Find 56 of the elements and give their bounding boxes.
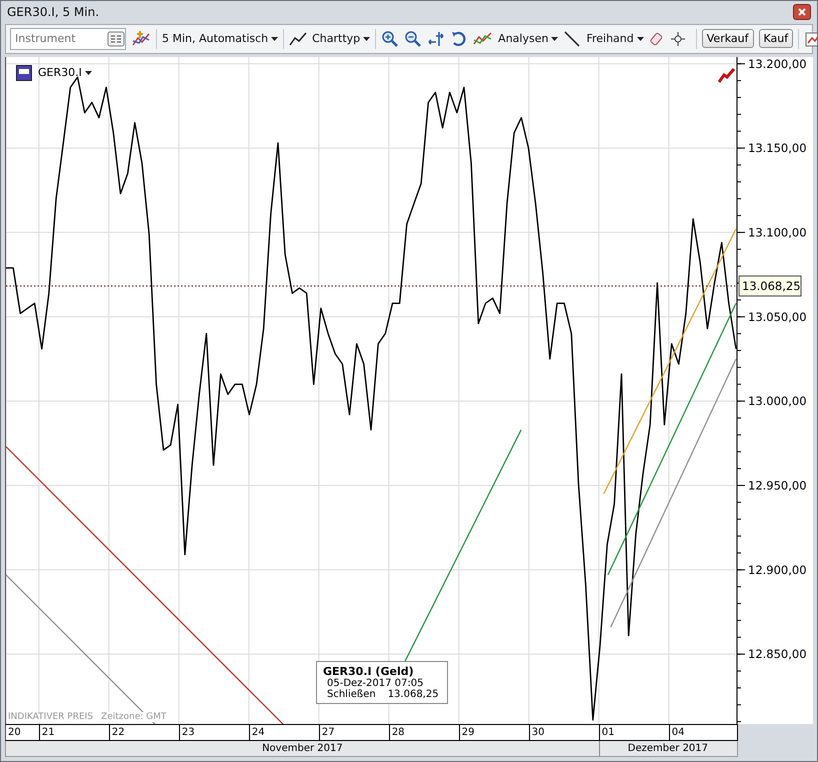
trend-line[interactable] [603,228,737,494]
instrument-dropdown[interactable]: GER30.I [38,66,92,80]
buy-button[interactable]: Kauf [758,29,794,48]
undo-icon[interactable] [450,30,468,48]
date-label: 22 [108,725,179,740]
freehand-dropdown[interactable]: Freihand [586,32,644,46]
date-label: 21 [38,725,109,740]
date-label: 27 [318,725,389,740]
tooltip-title: GER30.I (Geld) [323,664,415,678]
tooltip-value: 13.068,25 [388,688,439,700]
instrument-field[interactable]: Instrument [10,28,126,50]
trend-line[interactable] [610,358,737,628]
axis-label: 12.950,00 [748,478,807,492]
diagonal-line-icon [563,30,582,48]
caret-icon [271,37,278,42]
cfd-icon [16,64,32,81]
tooltip-time: 05-Dez-2017 07:05 [326,678,424,689]
date-label: 01 [598,725,669,740]
line-chart-icon [289,30,308,48]
list-icon[interactable] [107,30,125,47]
caret-icon [84,71,92,76]
date-label: 04 [668,725,736,740]
axis-label: 13.150,00 [748,141,807,156]
axis-label: 13.100,00 [748,225,807,240]
axis-label: 13.000,00 [748,394,807,408]
sell-button[interactable]: Verkauf [702,29,754,48]
date-label: 28 [388,725,459,740]
date-label: 29 [458,725,529,740]
date-label: 24 [248,725,319,740]
interval-dropdown[interactable]: 5 Min, Automatisch [162,32,278,46]
axis-label: 12.900,00 [748,562,807,577]
caret-icon [363,37,370,42]
close-icon [797,7,807,18]
close-button[interactable] [793,4,811,20]
tooltip-label: Schließen [327,688,376,700]
price-label: 13.068,25 [738,275,802,296]
axis-label: 13.050,00 [748,310,807,324]
axis-label: 13.200,00 [748,56,807,71]
zoom-out-icon[interactable] [404,30,422,48]
caret-icon [636,37,644,42]
timezone-label: Zeitzone: GMT [101,712,166,722]
date-label: 20 [7,726,22,740]
zoom-in-icon[interactable] [381,30,400,48]
month-label: Dezember 2017 [598,741,736,756]
axis-label: 12.850,00 [748,647,807,662]
date-label: 30 [528,725,599,740]
analyses-dropdown[interactable]: Analysen [498,32,558,46]
caret-icon [551,37,558,42]
month-label: November 2017 [261,742,344,756]
chart-type-dropdown[interactable]: Charttyp [312,32,370,46]
date-label: 23 [178,725,249,740]
crosshair-icon[interactable] [670,30,686,47]
trend-line[interactable] [607,302,737,576]
window-title: GER30.I, 5 Min. [7,5,100,20]
resize-arrows-icon[interactable] [427,30,446,48]
indicative-price-label: INDIKATIVER PREIS [8,712,94,722]
